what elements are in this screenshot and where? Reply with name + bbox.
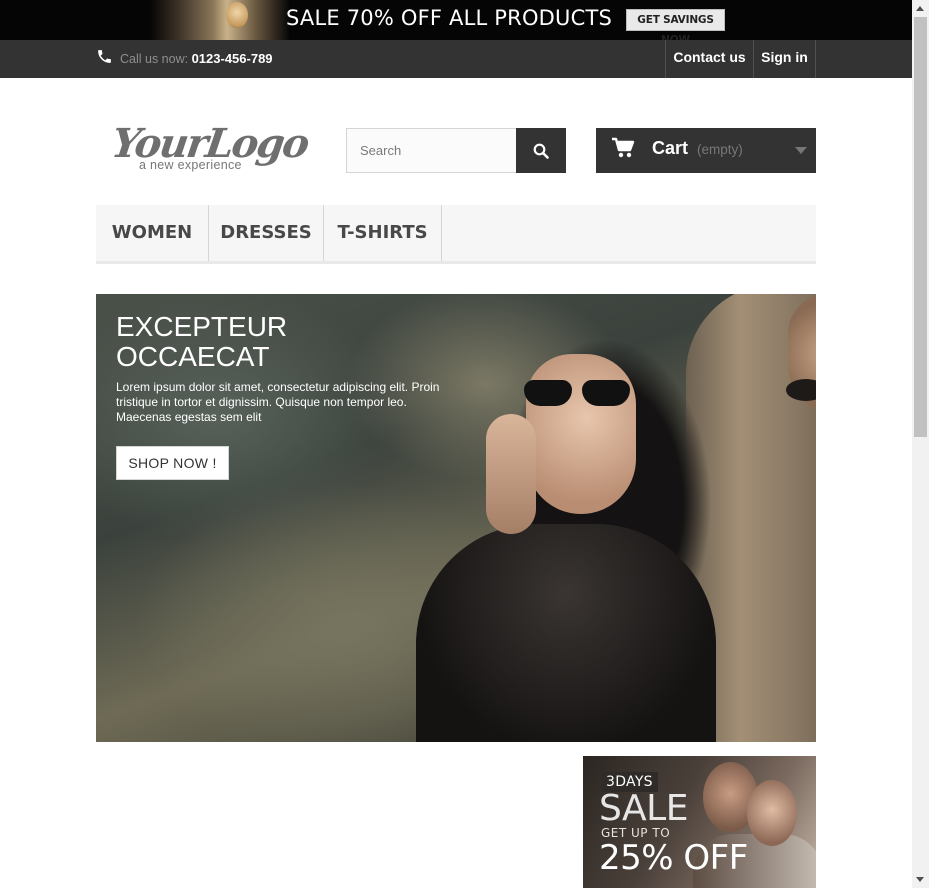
site-logo[interactable]: YourLogo a new experience (109, 120, 311, 180)
cart-button[interactable]: Cart (empty) (596, 128, 816, 173)
search-input[interactable] (346, 128, 517, 173)
sign-in-link[interactable]: Sign in (753, 40, 816, 78)
cart-icon (612, 137, 635, 158)
sale-ad-banner[interactable]: 3DAYS SALE GET UP TO 25% OFF (583, 756, 816, 888)
call-us-text: Call us now: 0123-456-789 (120, 51, 273, 66)
menu-item-women[interactable]: WOMEN (96, 205, 209, 261)
ad-image-woman (747, 780, 797, 846)
phone-icon (96, 48, 114, 66)
caret-down-icon[interactable] (795, 147, 807, 154)
promo-banner[interactable]: SALE 70% OFF ALL PRODUCTS GET SAVINGS NO… (0, 0, 912, 40)
search-icon (533, 143, 549, 159)
cart-status: (empty) (697, 142, 743, 157)
contact-us-link[interactable]: Contact us (665, 40, 753, 78)
promo-text: SALE 70% OFF ALL PRODUCTS (286, 6, 613, 30)
get-savings-button[interactable]: GET SAVINGS NOW (626, 9, 725, 40)
call-label: Call us now: (120, 52, 189, 66)
search-button[interactable] (516, 128, 566, 173)
cart-label: Cart (652, 138, 689, 158)
menu-item-tshirts[interactable]: T-SHIRTS (324, 205, 442, 261)
ad-sale-text: SALE (599, 788, 688, 829)
menu-item-dresses[interactable]: DRESSES (209, 205, 324, 261)
hero-title: EXCEPTEUR OCCAECAT (116, 311, 288, 372)
shop-now-button[interactable]: SHOP NOW ! (116, 446, 229, 480)
scroll-down-icon[interactable] (916, 877, 924, 882)
scroll-thumb[interactable] (914, 17, 927, 437)
hero-description: Lorem ipsum dolor sit amet, consectetur … (116, 380, 440, 424)
top-nav-bar: Call us now: 0123-456-789 Contact us Sig… (0, 40, 912, 78)
phone-number: 0123-456-789 (191, 51, 273, 66)
page-scrollbar[interactable] (912, 0, 929, 888)
category-menu: WOMEN DRESSES T-SHIRTS (96, 205, 816, 264)
hero-slider[interactable]: EXCEPTEUR OCCAECAT Lorem ipsum dolor sit… (96, 294, 816, 742)
promo-model-image (150, 0, 290, 40)
ad-discount-text: 25% OFF (599, 838, 748, 878)
logo-tagline: a new experience (139, 158, 242, 172)
scroll-up-icon[interactable] (916, 6, 924, 11)
